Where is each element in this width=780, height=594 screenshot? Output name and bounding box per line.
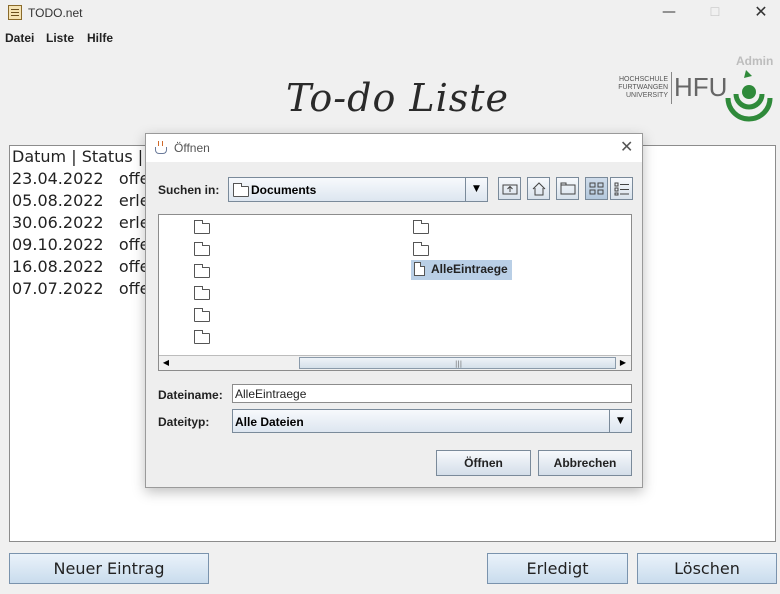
list-item[interactable]: 05.08.2022 erledi — [12, 191, 164, 210]
dialog-title-bar: Öffnen ✕ — [146, 134, 642, 162]
file-list[interactable]: AlleEintraege ◀ ||| ▶ — [158, 214, 632, 371]
logo-line-2: FURTWANGEN — [618, 84, 668, 91]
home-icon — [532, 182, 545, 196]
scroll-left-icon[interactable]: ◀ — [159, 356, 173, 370]
selected-file-name: AlleEintraege — [431, 262, 508, 276]
app-icon — [8, 5, 22, 20]
chevron-down-icon[interactable]: ▼ — [609, 410, 631, 432]
folder-icon — [194, 308, 210, 322]
folder-item[interactable] — [413, 241, 433, 259]
folder-item[interactable] — [194, 329, 214, 347]
look-in-label: Suchen in: — [158, 183, 220, 197]
hfu-logo: HOCHSCHULE FURTWANGEN UNIVERSITY HFU — [614, 70, 776, 132]
filename-label: Dateiname: — [158, 388, 223, 402]
title-bar: TODO.net — ☐ ✕ — [0, 0, 780, 26]
filename-input[interactable]: AlleEintraege — [232, 384, 632, 403]
folder-icon — [194, 264, 210, 278]
folder-icon — [194, 286, 210, 300]
list-item[interactable]: 09.10.2022 offen — [12, 235, 160, 254]
filetype-select[interactable]: Alle Dateien ▼ — [232, 409, 632, 433]
list-item[interactable]: 16.08.2022 offen — [12, 257, 160, 276]
minimize-button[interactable]: — — [646, 0, 692, 26]
dialog-title: Öffnen — [174, 141, 210, 155]
menu-bar: Datei Liste Hilfe — [0, 30, 780, 48]
home-button[interactable] — [527, 177, 550, 200]
folder-item[interactable] — [194, 285, 214, 303]
page-title: To-do Liste — [286, 76, 510, 120]
details-view-button[interactable] — [610, 177, 633, 200]
menu-liste[interactable]: Liste — [46, 31, 74, 45]
logo-emblem-icon — [725, 70, 773, 122]
chevron-down-icon[interactable]: ▼ — [465, 178, 487, 201]
list-view-button[interactable] — [585, 177, 608, 200]
folder-icon — [233, 183, 249, 197]
open-button[interactable]: Öffnen — [436, 450, 531, 476]
java-icon — [154, 141, 167, 154]
scroll-right-icon[interactable]: ▶ — [616, 356, 630, 370]
filetype-label: Dateityp: — [158, 415, 210, 429]
new-folder-button[interactable] — [556, 177, 579, 200]
delete-button[interactable]: Löschen — [637, 553, 777, 584]
file-icon — [414, 262, 425, 276]
details-view-icon — [614, 182, 629, 196]
list-item[interactable]: 07.07.2022 offen — [12, 279, 160, 298]
selected-file-item[interactable]: AlleEintraege — [411, 260, 512, 280]
list-item[interactable]: 30.06.2022 erledi — [12, 213, 164, 232]
logo-divider — [671, 72, 672, 104]
look-in-select[interactable]: Documents ▼ — [228, 177, 488, 202]
new-entry-button[interactable]: Neuer Eintrag — [9, 553, 209, 584]
folder-item[interactable] — [194, 307, 214, 325]
folder-icon — [413, 220, 429, 234]
folder-item[interactable] — [413, 219, 433, 237]
scroll-thumb[interactable]: ||| — [299, 357, 616, 369]
close-button[interactable]: ✕ — [738, 0, 780, 26]
logo-line-3: UNIVERSITY — [625, 92, 668, 99]
folder-item[interactable] — [194, 219, 214, 237]
maximize-button[interactable]: ☐ — [692, 0, 738, 26]
list-header: Datum | Status | — [12, 147, 144, 166]
folder-icon — [194, 220, 210, 234]
list-view-icon — [589, 182, 603, 195]
folder-icon — [194, 330, 210, 344]
menu-datei[interactable]: Datei — [5, 31, 34, 45]
open-file-dialog: Öffnen ✕ Suchen in: Documents ▼ AlleEint… — [145, 133, 643, 488]
filetype-value: Alle Dateien — [235, 415, 304, 429]
list-item[interactable]: 23.04.2022 offen — [12, 169, 160, 188]
window-title: TODO.net — [28, 6, 83, 20]
look-in-value: Documents — [251, 183, 317, 197]
cancel-button[interactable]: Abbrechen — [538, 450, 632, 476]
logo-abbr: HFU — [674, 72, 728, 102]
folder-item[interactable] — [194, 263, 214, 281]
done-button[interactable]: Erledigt — [487, 553, 628, 584]
user-label: Admin — [736, 54, 774, 68]
up-folder-button[interactable] — [498, 177, 521, 200]
folder-icon — [194, 242, 210, 256]
folder-item[interactable] — [194, 241, 214, 259]
horizontal-scrollbar[interactable]: ◀ ||| ▶ — [159, 355, 631, 370]
menu-hilfe[interactable]: Hilfe — [87, 31, 113, 45]
grip-icon: ||| — [455, 360, 463, 368]
logo-line-1: HOCHSCHULE — [618, 76, 668, 83]
folder-icon — [413, 242, 429, 256]
up-folder-icon — [502, 184, 517, 195]
new-folder-icon — [560, 182, 575, 195]
dialog-close-button[interactable]: ✕ — [620, 137, 633, 156]
